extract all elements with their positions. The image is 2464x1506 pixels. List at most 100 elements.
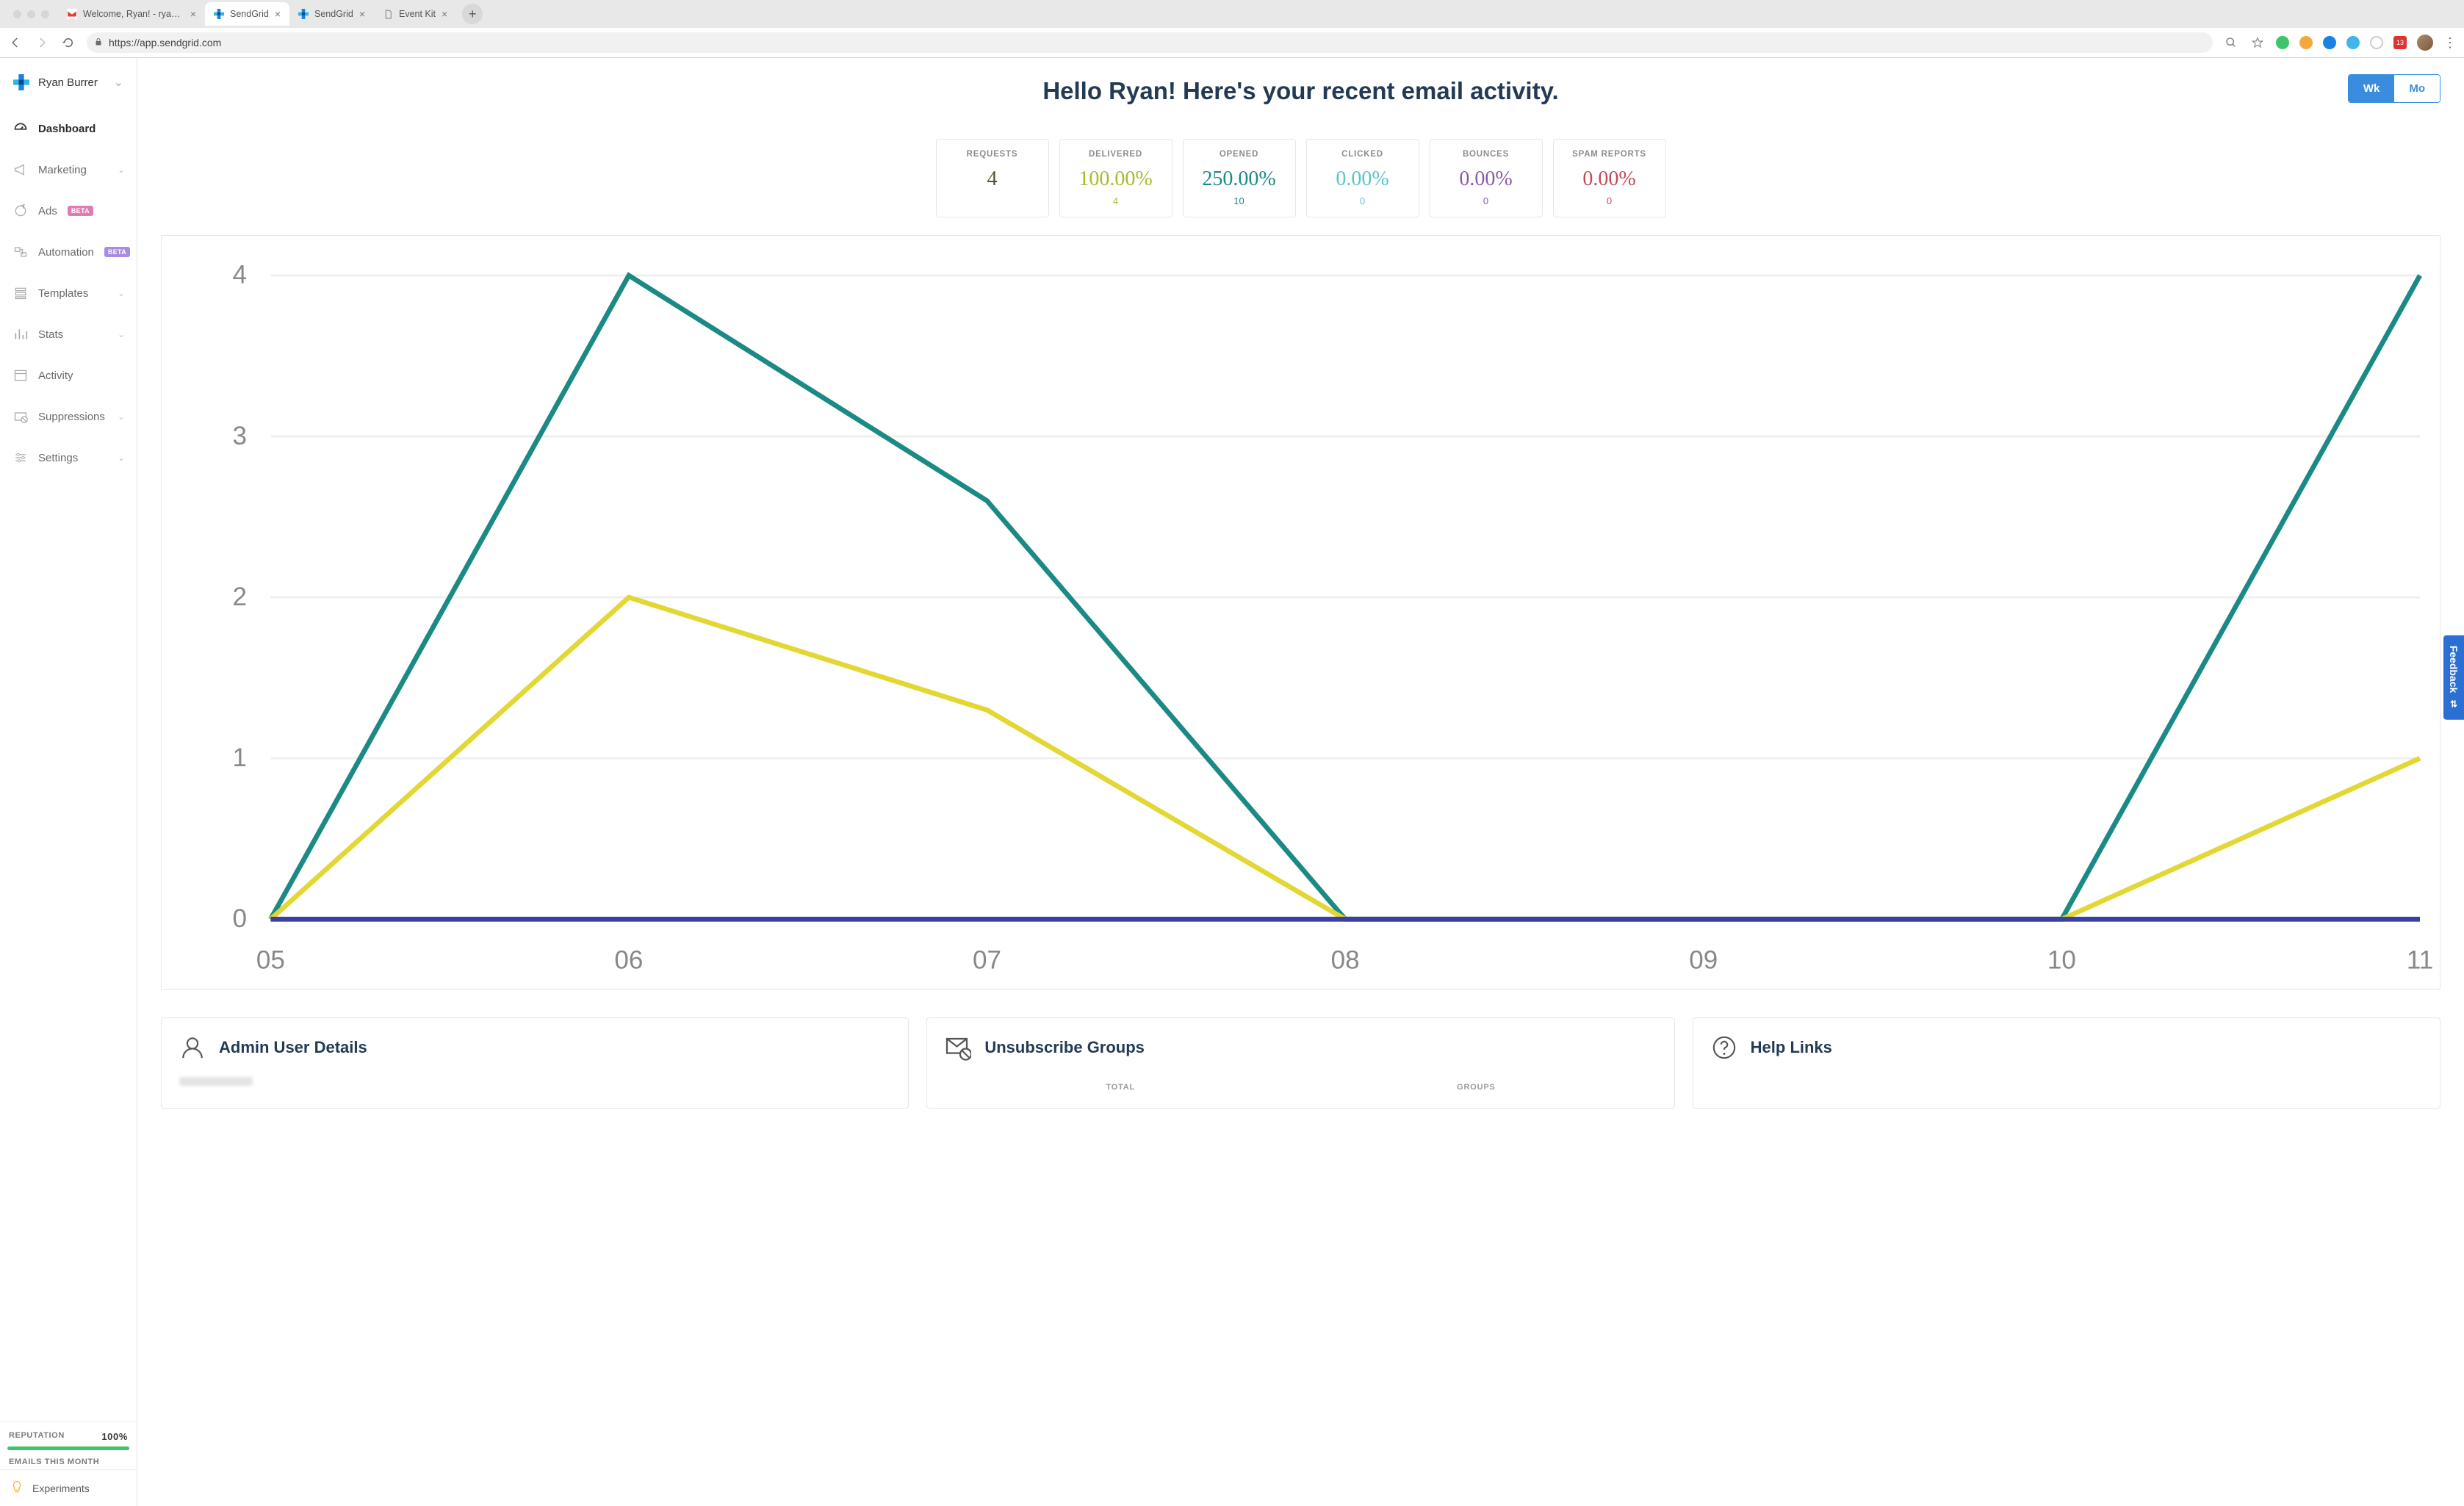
kebab-icon[interactable]: ⋮ <box>2443 35 2457 51</box>
reputation-label: REPUTATION <box>9 1431 65 1442</box>
feedback-label: Feedback <box>2448 646 2460 693</box>
stat-sub: 10 <box>1189 195 1289 206</box>
reputation-bar <box>7 1446 129 1450</box>
automation-icon <box>13 245 28 259</box>
back-button[interactable] <box>7 35 24 51</box>
experiments-label: Experiments <box>32 1482 90 1494</box>
sidebar-item-experiments[interactable]: Experiments <box>0 1469 137 1506</box>
tab-strip: Welcome, Ryan! - ryan.burrer × SendGrid … <box>0 0 2464 28</box>
url-text: https://app.sendgrid.com <box>109 37 221 48</box>
forward-button[interactable] <box>34 35 50 51</box>
ext-icon[interactable] <box>2346 36 2360 49</box>
tab-title: Event Kit <box>399 9 436 19</box>
gmail-icon <box>67 9 77 19</box>
extension-icons: 13 ⋮ <box>2276 35 2457 51</box>
sidebar: Ryan Burrer ⌄ Dashboard Marketing ⌄ Ads … <box>0 58 137 1506</box>
help-icon <box>1711 1034 1737 1061</box>
card-title: Unsubscribe Groups <box>984 1038 1145 1057</box>
sidebar-item-activity[interactable]: Activity <box>0 355 137 396</box>
new-tab-button[interactable]: + <box>462 4 483 24</box>
megaphone-icon <box>13 162 28 177</box>
nav-label: Activity <box>38 370 73 382</box>
tab-title: SendGrid <box>230 9 269 19</box>
target-icon <box>13 203 28 218</box>
browser-tab-2[interactable]: SendGrid × <box>289 2 374 26</box>
sendgrid-icon <box>214 9 224 19</box>
reload-button[interactable] <box>60 35 76 51</box>
ext-icon[interactable] <box>2299 36 2313 49</box>
stat-sub: 0 <box>1560 195 1660 206</box>
tab-title: Welcome, Ryan! - ryan.burrer <box>83 9 184 19</box>
card-title: Admin User Details <box>219 1038 367 1057</box>
sidebar-item-templates[interactable]: Templates ⌄ <box>0 273 137 314</box>
sidebar-item-settings[interactable]: Settings ⌄ <box>0 437 137 478</box>
sidebar-item-suppressions[interactable]: Suppressions ⌄ <box>0 396 137 437</box>
sidebar-item-dashboard[interactable]: Dashboard <box>0 108 137 149</box>
svg-text:05: 05 <box>256 946 285 975</box>
stat-card-requests[interactable]: REQUESTS 4 <box>936 139 1049 217</box>
nav-label: Dashboard <box>38 123 96 135</box>
help-links-card[interactable]: Help Links <box>1693 1017 2440 1109</box>
stat-value: 0.00% <box>1436 167 1536 191</box>
ext-icon[interactable] <box>2276 36 2289 49</box>
stat-card-opened[interactable]: OPENED 250.00% 10 <box>1183 139 1296 217</box>
svg-text:1: 1 <box>232 743 247 772</box>
chevron-down-icon: ⌄ <box>118 165 125 175</box>
app: Ryan Burrer ⌄ Dashboard Marketing ⌄ Ads … <box>0 58 2464 1506</box>
blurred-text <box>179 1077 253 1086</box>
chevron-down-icon: ⌄ <box>118 411 125 422</box>
nav-label: Ads <box>38 205 57 217</box>
sidebar-item-ads[interactable]: Ads BETA <box>0 190 137 231</box>
stats-icon <box>13 327 28 342</box>
ext-icon[interactable]: 13 <box>2393 36 2407 49</box>
stat-card-bounces[interactable]: BOUNCES 0.00% 0 <box>1430 139 1543 217</box>
line-chart: 0123405060708091011 <box>162 236 2440 989</box>
activity-chart: 0123405060708091011 <box>161 235 2440 990</box>
browser-tab-1[interactable]: SendGrid × <box>205 2 289 26</box>
sidebar-item-stats[interactable]: Stats ⌄ <box>0 314 137 355</box>
window-controls[interactable] <box>6 10 58 18</box>
account-switcher[interactable]: Ryan Burrer ⌄ <box>0 58 137 108</box>
url-bar[interactable]: https://app.sendgrid.com <box>87 32 2213 53</box>
stat-value: 0.00% <box>1560 167 1660 191</box>
stat-sub: 4 <box>1066 195 1166 206</box>
mail-block-icon <box>945 1034 971 1061</box>
browser-tab-0[interactable]: Welcome, Ryan! - ryan.burrer × <box>58 2 205 26</box>
close-icon[interactable]: × <box>275 8 281 20</box>
browser-tab-3[interactable]: Event Kit × <box>374 2 456 26</box>
profile-avatar[interactable] <box>2417 35 2433 51</box>
nav-label: Stats <box>38 328 63 341</box>
ext-icon[interactable] <box>2370 36 2383 49</box>
svg-text:10: 10 <box>2047 946 2076 975</box>
ext-icon[interactable] <box>2323 36 2336 49</box>
admin-user-card[interactable]: Admin User Details <box>161 1017 909 1109</box>
close-icon[interactable]: × <box>442 8 447 20</box>
stat-card-spam[interactable]: SPAM REPORTS 0.00% 0 <box>1553 139 1666 217</box>
chevron-down-icon: ⌄ <box>118 288 125 298</box>
stat-card-delivered[interactable]: DELIVERED 100.00% 4 <box>1059 139 1172 217</box>
sidebar-item-automation[interactable]: Automation BETA <box>0 231 137 273</box>
main-content: Hello Ryan! Here's your recent email act… <box>137 58 2464 1506</box>
sidebar-item-marketing[interactable]: Marketing ⌄ <box>0 149 137 190</box>
zoom-icon[interactable] <box>2223 35 2239 51</box>
unsub-total-label: TOTAL <box>1106 1083 1135 1092</box>
unsubscribe-card[interactable]: Unsubscribe Groups TOTAL GROUPS <box>926 1017 1674 1109</box>
reputation-value: 100% <box>101 1431 128 1442</box>
feedback-tab[interactable]: Feedback ⇅ <box>2443 635 2464 720</box>
svg-text:08: 08 <box>1331 946 1360 975</box>
emails-month-label: EMAILS THIS MONTH <box>7 1458 129 1469</box>
svg-text:0: 0 <box>232 904 247 933</box>
stat-label: REQUESTS <box>943 150 1042 159</box>
svg-text:3: 3 <box>232 422 247 450</box>
chevron-down-icon: ⌄ <box>114 75 123 90</box>
beta-badge: BETA <box>68 206 93 216</box>
svg-text:07: 07 <box>973 946 1001 975</box>
range-month-button[interactable]: Mo <box>2394 75 2440 102</box>
stat-card-clicked[interactable]: CLICKED 0.00% 0 <box>1306 139 1419 217</box>
close-icon[interactable]: × <box>359 8 365 20</box>
range-week-button[interactable]: Wk <box>2349 75 2395 102</box>
nav-label: Templates <box>38 287 88 300</box>
close-icon[interactable]: × <box>190 8 196 20</box>
star-icon[interactable] <box>2249 35 2266 51</box>
omnibar: https://app.sendgrid.com 13 ⋮ <box>0 28 2464 57</box>
